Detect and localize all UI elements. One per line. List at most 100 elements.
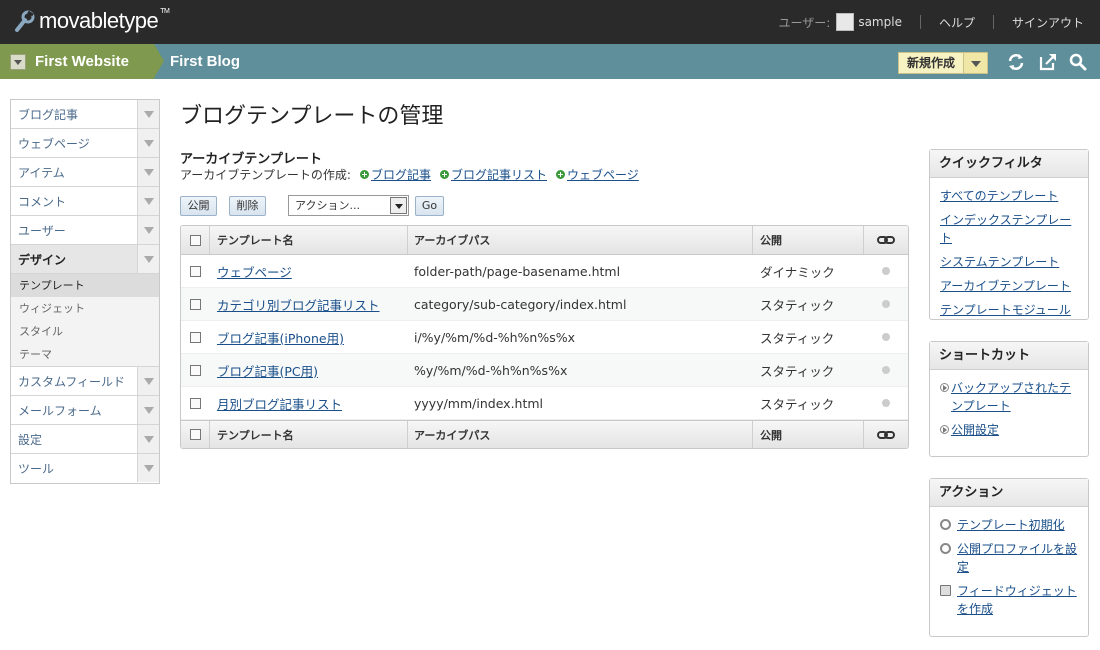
chevron-down-icon[interactable] — [137, 245, 159, 273]
submenu-item-widgets[interactable]: ウィジェット — [11, 297, 159, 320]
template-name-link[interactable]: ブログ記事(PC用) — [217, 361, 318, 380]
template-name-link[interactable]: カテゴリ別ブログ記事リスト — [217, 295, 380, 314]
refresh-icon[interactable] — [1006, 52, 1026, 72]
search-icon[interactable] — [1068, 52, 1088, 72]
submenu-item-styles[interactable]: スタイル — [11, 320, 159, 343]
chevron-down-icon[interactable] — [137, 129, 159, 157]
template-name-link[interactable]: ウェブページ — [217, 262, 292, 281]
status-dot-icon — [881, 267, 890, 275]
template-name-link[interactable]: 月別ブログ記事リスト — [217, 394, 342, 413]
template-name-cell: ブログ記事(PC用) — [210, 354, 408, 386]
linked-cell — [864, 288, 908, 320]
archive-path-cell: yyyy/mm/index.html — [414, 395, 544, 411]
create-entry-listing-link[interactable]: ブログ記事リスト — [451, 166, 547, 183]
chevron-down-icon[interactable] — [137, 158, 159, 186]
sidebar-item-label: カスタムフィールド — [18, 374, 126, 389]
logo-text: movabletype TM — [39, 8, 170, 33]
chevron-down-icon[interactable] — [137, 187, 159, 215]
filter-index-templates[interactable]: インデックステンプレート — [940, 213, 1071, 245]
movabletype-logo[interactable]: movabletype TM — [12, 6, 170, 36]
column-header-publish[interactable]: 公開 — [753, 226, 864, 254]
chevron-down-icon[interactable] — [137, 396, 159, 424]
username-link[interactable]: sample — [858, 15, 902, 29]
scope-bar: First Website First Blog 新規作成 — [0, 44, 1100, 79]
row-checkbox[interactable] — [190, 364, 201, 376]
row-checkbox[interactable] — [190, 298, 201, 310]
delete-button[interactable]: 削除 — [229, 196, 266, 216]
filter-all-templates[interactable]: すべてのテンプレート — [940, 189, 1058, 203]
external-view-icon[interactable] — [1038, 52, 1058, 72]
publishing-profile-link[interactable]: 公開プロファイルを設定 — [957, 540, 1079, 576]
publish-settings-link[interactable]: 公開設定 — [951, 421, 999, 439]
row-checkbox[interactable] — [190, 331, 201, 343]
sidebar-item-entries[interactable]: ブログ記事 — [11, 100, 159, 129]
publish-type-cell: スタティック — [760, 396, 835, 412]
sidebar-item-custom-fields[interactable]: カスタムフィールド — [11, 367, 159, 396]
sidebar-item-label: 設定 — [18, 432, 43, 447]
row-checkbox[interactable] — [190, 265, 201, 277]
archive-path-cell: folder-path/page-basename.html — [414, 263, 621, 279]
template-name-link[interactable]: ブログ記事(iPhone用) — [217, 328, 344, 347]
publish-type-cell: ダイナミック — [760, 264, 835, 280]
website-name[interactable]: First Website — [35, 53, 129, 70]
column-header-path[interactable]: アーカイブパス — [408, 226, 753, 254]
sidebar-nav: ブログ記事 ウェブページ アイテム コメント ユーザー デザイン テンプレート … — [10, 99, 160, 484]
chevron-down-icon[interactable] — [137, 454, 159, 482]
table-row: 月別ブログ記事リスト yyyy/mm/index.html スタティック — [181, 387, 908, 420]
create-entry-archive-link[interactable]: ブログ記事 — [371, 166, 431, 183]
chevron-down-icon[interactable] — [137, 367, 159, 395]
scope-toggle-icon[interactable] — [10, 53, 26, 70]
row-check-cell — [181, 321, 210, 353]
quick-filter-title: クイックフィルタ — [930, 150, 1088, 178]
archive-path-cell: category/sub-category/index.html — [414, 296, 627, 312]
filter-template-modules[interactable]: テンプレートモジュール — [940, 303, 1071, 317]
sidebar-item-mail-forms[interactable]: メールフォーム — [11, 396, 159, 425]
plus-icon — [359, 170, 369, 179]
refresh-templates-link[interactable]: テンプレート初期化 — [957, 516, 1065, 534]
publish-type-cell: スタティック — [760, 330, 835, 346]
chevron-down-icon[interactable] — [964, 52, 989, 74]
sidebar-item-users[interactable]: ユーザー — [11, 216, 159, 245]
submenu-item-themes[interactable]: テーマ — [11, 343, 159, 366]
submenu-item-templates[interactable]: テンプレート — [11, 274, 159, 297]
action-select[interactable]: アクション... — [288, 195, 409, 216]
row-checkbox[interactable] — [190, 397, 201, 409]
chevron-down-icon[interactable] — [137, 216, 159, 244]
chevron-down-icon[interactable] — [390, 197, 407, 214]
sidebar-item-settings[interactable]: 設定 — [11, 425, 159, 454]
signout-link[interactable]: サインアウト — [1012, 14, 1084, 31]
publish-button[interactable]: 公開 — [180, 196, 217, 216]
new-create-button[interactable]: 新規作成 — [898, 52, 989, 74]
column-footer-publish[interactable]: 公開 — [753, 421, 864, 448]
create-feed-widget-link[interactable]: フィードウィジェットを作成 — [957, 582, 1079, 618]
help-link[interactable]: ヘルプ — [939, 14, 975, 31]
backup-templates-link[interactable]: バックアップされたテンプレート — [951, 379, 1079, 415]
sidebar-item-tools[interactable]: ツール — [11, 454, 159, 483]
chevron-down-icon[interactable] — [137, 100, 159, 128]
select-all-checkbox[interactable] — [189, 234, 201, 246]
column-footer-name[interactable]: テンプレート名 — [210, 421, 408, 448]
linked-cell — [864, 321, 908, 353]
blog-name[interactable]: First Blog — [170, 44, 240, 79]
column-header-name[interactable]: テンプレート名 — [210, 226, 408, 254]
table-row: ウェブページ folder-path/page-basename.html ダイ… — [181, 255, 908, 288]
sidebar-item-label: メールフォーム — [18, 403, 102, 418]
gear-icon — [940, 543, 951, 554]
design-submenu: テンプレート ウィジェット スタイル テーマ — [11, 274, 159, 367]
go-button[interactable]: Go — [415, 196, 444, 216]
table-row: ブログ記事(iPhone用) i/%y/%m/%d-%h%n%s%x スタティッ… — [181, 321, 908, 354]
new-create-label[interactable]: 新規作成 — [898, 52, 965, 74]
sidebar-item-design[interactable]: デザイン — [11, 245, 159, 274]
chevron-down-icon[interactable] — [137, 425, 159, 453]
sidebar-item-pages[interactable]: ウェブページ — [11, 129, 159, 158]
column-footer-path[interactable]: アーカイブパス — [408, 421, 753, 448]
template-name-cell: 月別ブログ記事リスト — [210, 387, 408, 419]
website-scope[interactable]: First Website — [0, 44, 164, 79]
sidebar-item-comments[interactable]: コメント — [11, 187, 159, 216]
linked-cell — [864, 354, 908, 386]
sidebar-item-assets[interactable]: アイテム — [11, 158, 159, 187]
filter-archive-templates[interactable]: アーカイブテンプレート — [940, 279, 1071, 293]
filter-system-templates[interactable]: システムテンプレート — [940, 255, 1059, 269]
create-page-archive-link[interactable]: ウェブページ — [567, 166, 639, 183]
select-all-checkbox[interactable] — [189, 429, 201, 440]
